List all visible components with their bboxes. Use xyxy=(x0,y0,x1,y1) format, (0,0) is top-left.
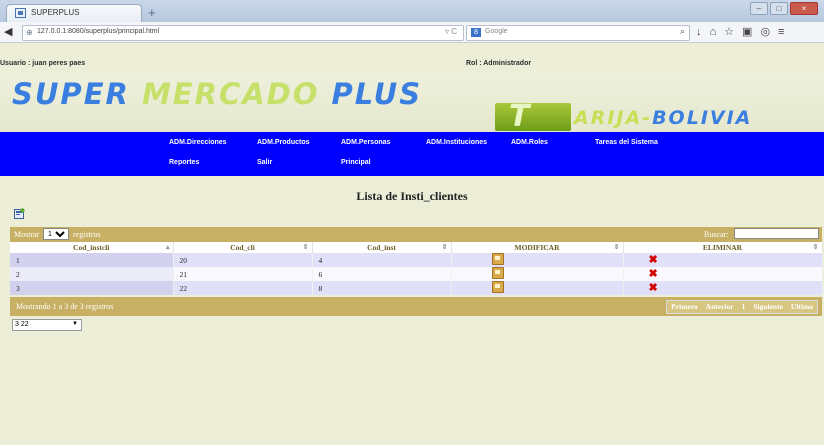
menu-item-reportes[interactable]: Reportes xyxy=(169,159,199,166)
role-label: Rol : Administrador xyxy=(466,60,532,67)
supermercado-plus-logo: SUPER MERCADO PLUS xyxy=(12,77,423,111)
delete-icon[interactable]: ✖ xyxy=(649,268,658,280)
reload-icon[interactable]: ▿ C xyxy=(445,27,457,36)
edit-icon[interactable] xyxy=(491,281,504,293)
bookmark-star-icon[interactable]: ☆ xyxy=(724,26,734,38)
menu-item-direcciones[interactable]: ADM.Direcciones xyxy=(169,139,227,146)
pager-first[interactable]: Primero xyxy=(667,301,702,312)
show-label: Mostrar xyxy=(14,230,40,239)
cell-cod-cli: 21 xyxy=(173,267,313,281)
page-size-select[interactable]: 10 xyxy=(43,228,69,240)
url-text: 127.0.0.1:8080/superplus/principal.html xyxy=(37,28,160,35)
column-header-eliminar[interactable]: ELIMINAR ⇕ xyxy=(623,242,823,253)
browser-tab[interactable]: SUPERPLUS xyxy=(6,4,142,22)
cell-cod-cli: 20 xyxy=(173,253,313,267)
cell-cod-inst: 6 xyxy=(312,267,452,281)
delete-icon[interactable]: ✖ xyxy=(649,254,658,266)
new-tab-button[interactable]: + xyxy=(148,5,156,20)
sort-icon: ▴ xyxy=(165,243,170,251)
tarija-bolivia-logo: ARIJA-BOLIVIA xyxy=(574,107,753,129)
pager-last[interactable]: Ultimo xyxy=(787,301,817,312)
download-icon[interactable]: ↓ xyxy=(696,26,702,38)
close-icon[interactable]: × xyxy=(790,2,818,15)
user-label: Usuario : juan peres paes xyxy=(0,60,86,67)
window-controls: – □ × xyxy=(748,2,818,15)
main-menu: ADM.Direcciones ADM.Productos ADM.Person… xyxy=(0,132,824,176)
table-row: 1 20 4 ✖ xyxy=(10,253,823,267)
pagination: Primero Anterior 1 Siguiente Ultimo xyxy=(666,300,818,314)
minimize-icon[interactable]: – xyxy=(750,2,768,15)
column-header-cod-inst[interactable]: Cod_inst ⇕ xyxy=(312,242,452,253)
home-icon[interactable]: ⌂ xyxy=(710,26,717,38)
page-content: Usuario : juan peres paes Rol : Administ… xyxy=(0,43,824,445)
tab-title: SUPERPLUS xyxy=(31,8,80,17)
menu-item-instituciones[interactable]: ADM.Instituciones xyxy=(426,139,487,146)
menu-item-productos[interactable]: ADM.Productos xyxy=(257,139,310,146)
browser-toolbar-icons: ↓ ⌂ ☆ ▣ ◎ ≡ xyxy=(696,25,792,38)
pager-previous[interactable]: Anterior xyxy=(702,301,738,312)
delete-icon[interactable]: ✖ xyxy=(649,282,658,294)
menu-item-personas[interactable]: ADM.Personas xyxy=(341,139,390,146)
sort-icon: ⇕ xyxy=(812,243,819,251)
sort-icon: ⇕ xyxy=(441,243,448,251)
cell-cod-cli: 22 xyxy=(173,281,313,295)
bottom-select[interactable]: 3 22 ▼ xyxy=(12,319,82,331)
cell-cod-instcli: 1 xyxy=(10,253,174,267)
tarija-logo-box: T xyxy=(495,99,571,134)
menu-icon[interactable]: ≡ xyxy=(778,26,784,38)
cell-cod-inst: 8 xyxy=(312,281,452,295)
chevron-down-icon: ▼ xyxy=(72,321,78,327)
edit-icon[interactable] xyxy=(491,253,504,265)
page-favicon-icon xyxy=(15,8,26,18)
table-footer: Mostrando 1 a 3 de 3 registros Primero An… xyxy=(10,297,822,316)
table-row: 2 21 6 ✖ xyxy=(10,267,823,281)
list-title: Lista de Insti_clientes xyxy=(356,189,468,203)
browser-navbar: ◀ ⊕ 127.0.0.1:8080/superplus/principal.h… xyxy=(0,22,824,43)
bookmarks-icon[interactable]: ▣ xyxy=(742,26,752,38)
maximize-icon[interactable]: □ xyxy=(770,2,788,15)
menu-item-salir[interactable]: Salir xyxy=(257,159,272,166)
add-record-icon[interactable] xyxy=(14,208,25,219)
records-label: registros xyxy=(73,230,101,239)
site-banner: SUPER MERCADO PLUS T ARIJA-BOLIVIA xyxy=(0,73,824,134)
back-arrow-icon[interactable]: ◀ xyxy=(4,25,12,38)
column-header-modificar[interactable]: MODIFICAR ⇕ xyxy=(451,242,624,253)
table-search-input[interactable] xyxy=(734,228,819,239)
sort-icon: ⇕ xyxy=(613,243,620,251)
cell-cod-inst: 4 xyxy=(312,253,452,267)
cell-cod-instcli: 3 xyxy=(10,281,174,295)
table-toolbar: Mostrar 10 registros Buscar: xyxy=(10,227,822,242)
pager-page-1[interactable]: 1 xyxy=(738,301,750,312)
search-engine-label: Google xyxy=(485,28,508,35)
browser-tabstrip: SUPERPLUS + – □ × xyxy=(0,0,824,22)
menu-item-tareas[interactable]: Tareas del Sistema xyxy=(595,139,658,146)
menu-item-roles[interactable]: ADM.Roles xyxy=(511,139,548,146)
table-row: 3 22 8 ✖ xyxy=(10,281,823,295)
insti-clientes-table: Cod_instcli ▴ Cod_cli ⇕ Cod_inst ⇕ MODIFICA… xyxy=(10,242,823,295)
records-info: Mostrando 1 a 3 de 3 registros xyxy=(16,302,114,311)
globe-icon: ⊕ xyxy=(26,28,33,37)
bottom-select-value: 3 22 xyxy=(15,321,29,328)
address-bar[interactable]: ⊕ 127.0.0.1:8080/superplus/principal.htm… xyxy=(22,25,464,41)
cell-cod-instcli: 2 xyxy=(10,267,174,281)
pager-next[interactable]: Siguiente xyxy=(749,301,787,312)
menu-item-principal[interactable]: Principal xyxy=(341,159,371,166)
column-header-cod-instcli[interactable]: Cod_instcli ▴ xyxy=(10,242,174,253)
search-label: Buscar: xyxy=(704,230,729,239)
column-header-cod-cli[interactable]: Cod_cli ⇕ xyxy=(173,242,313,253)
sort-icon: ⇕ xyxy=(302,243,309,251)
google-icon: 8 xyxy=(471,28,481,37)
sync-icon[interactable]: ◎ xyxy=(760,26,770,38)
edit-icon[interactable] xyxy=(491,267,504,279)
search-icon[interactable]: ⌕ xyxy=(680,26,685,37)
browser-search-box[interactable]: 8 Google ⌕ xyxy=(466,25,690,41)
